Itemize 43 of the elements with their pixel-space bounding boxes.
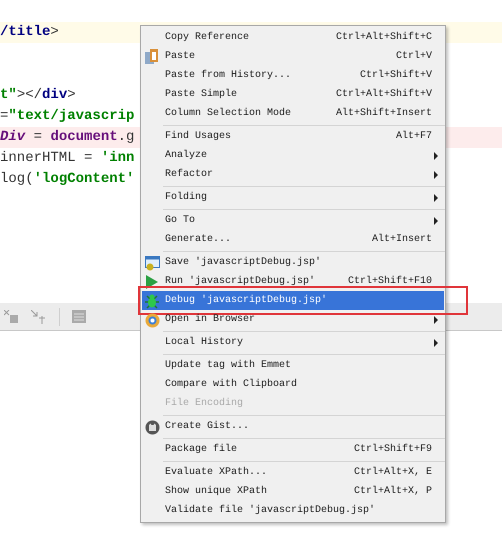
menu-item[interactable]: Paste Simple Ctrl+Alt+Shift+V	[142, 85, 444, 104]
window-icon	[144, 256, 160, 270]
submenu-arrow-icon	[434, 316, 438, 324]
cat-icon	[144, 420, 160, 434]
close-panel-icon[interactable]	[4, 310, 19, 324]
code-line: log('logContent'	[0, 170, 134, 189]
code-line: innerHTML = 'inn	[0, 149, 134, 168]
menu-item[interactable]: Refactor	[142, 165, 444, 184]
menu-item[interactable]: Show unique XPath Ctrl+Alt+X, P	[142, 482, 444, 501]
code-line: Div = document.g	[0, 128, 134, 147]
globe-icon	[144, 312, 160, 328]
menu-item[interactable]: Create Gist...	[142, 417, 444, 436]
submenu-arrow-icon	[434, 170, 438, 178]
menu-item[interactable]: Go To	[142, 211, 444, 230]
menu-item[interactable]: Analyze	[142, 146, 444, 165]
clipboard-icon	[145, 49, 159, 65]
menu-item[interactable]: Find Usages Alt+F7	[142, 127, 444, 146]
bug-icon	[144, 293, 160, 309]
list-icon[interactable]	[72, 310, 86, 323]
submenu-arrow-icon	[434, 338, 438, 346]
menu-item[interactable]: Debug 'javascriptDebug.jsp'	[142, 291, 444, 310]
menu-item[interactable]: Folding	[142, 188, 444, 207]
menu-item[interactable]: Generate... Alt+Insert	[142, 230, 444, 249]
code-line: ="text/javascrip	[0, 107, 134, 126]
menu-item[interactable]: Local History	[142, 333, 444, 352]
menu-item[interactable]: Update tag with Emmet	[142, 356, 444, 375]
menu-item[interactable]: Column Selection Mode Alt+Shift+Insert	[142, 104, 444, 123]
menu-item[interactable]: Copy Reference Ctrl+Alt+Shift+C	[142, 28, 444, 47]
menu-item[interactable]: Package file Ctrl+Shift+F9	[142, 440, 444, 459]
menu-item[interactable]: Evaluate XPath... Ctrl+Alt+X, E	[142, 463, 444, 482]
play-icon	[146, 275, 158, 289]
menu-item[interactable]: Run 'javascriptDebug.jsp' Ctrl+Shift+F10	[142, 272, 444, 291]
menu-item[interactable]: Paste from History... Ctrl+Shift+V	[142, 66, 444, 85]
menu-item[interactable]: Paste Ctrl+V	[142, 47, 444, 66]
submenu-arrow-icon	[434, 152, 438, 160]
code-line: t"></div>	[0, 86, 76, 105]
submenu-arrow-icon	[434, 194, 438, 202]
code-line: /title>	[0, 23, 59, 42]
menu-item[interactable]: Validate file 'javascriptDebug.jsp'	[142, 501, 444, 520]
menu-item[interactable]: Compare with Clipboard	[142, 375, 444, 394]
submenu-arrow-icon	[434, 216, 438, 224]
arrows-icon[interactable]	[31, 310, 47, 324]
menu-item[interactable]: Save 'javascriptDebug.jsp'	[142, 253, 444, 272]
